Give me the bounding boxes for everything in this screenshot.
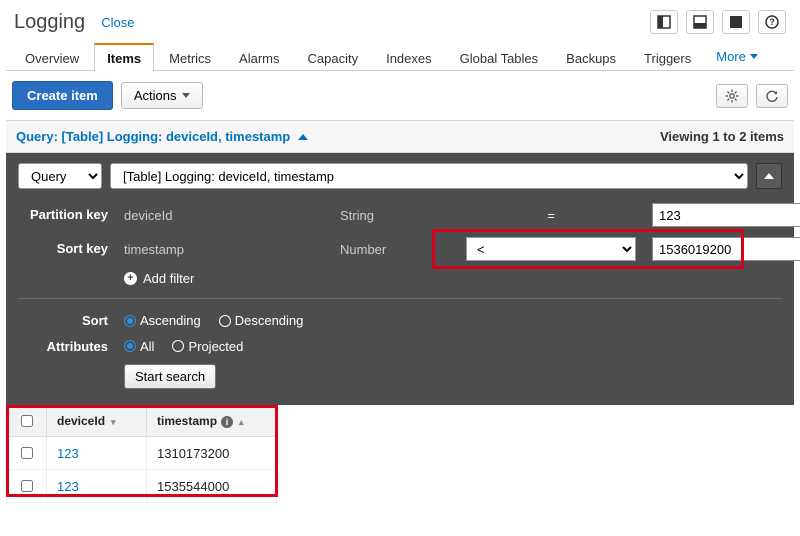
timestamp-cell: 1310173200 bbox=[147, 437, 277, 470]
partition-key-label: Partition key bbox=[18, 207, 108, 223]
tab-items[interactable]: Items bbox=[94, 43, 154, 71]
chevron-up-icon[interactable] bbox=[298, 134, 308, 140]
svg-text:?: ? bbox=[769, 17, 775, 27]
tab-bar: Overview Items Metrics Alarms Capacity I… bbox=[6, 42, 794, 71]
query-summary[interactable]: Query: [Table] Logging: deviceId, timest… bbox=[16, 129, 290, 144]
attributes-projected-radio[interactable]: Projected bbox=[172, 339, 243, 354]
deviceid-link[interactable]: 123 bbox=[57, 479, 79, 494]
actions-button[interactable]: Actions bbox=[121, 82, 204, 109]
select-all-checkbox[interactable] bbox=[21, 415, 33, 427]
sort-ascending-radio[interactable]: Ascending bbox=[124, 313, 201, 328]
help-icon[interactable]: ? bbox=[758, 10, 786, 34]
tabs-more[interactable]: More bbox=[706, 43, 768, 70]
sort-descending-radio[interactable]: Descending bbox=[219, 313, 304, 328]
tab-indexes[interactable]: Indexes bbox=[373, 44, 445, 71]
tab-alarms[interactable]: Alarms bbox=[226, 44, 292, 71]
tab-overview[interactable]: Overview bbox=[12, 44, 92, 71]
col-header-deviceid[interactable]: deviceId▾ bbox=[47, 406, 147, 437]
table-row: 123 1310173200 bbox=[7, 437, 277, 470]
refresh-button[interactable] bbox=[756, 84, 788, 108]
layout-full-icon[interactable] bbox=[722, 10, 750, 34]
col-header-timestamp[interactable]: timestampi▴ bbox=[147, 406, 277, 437]
gear-icon bbox=[725, 89, 739, 103]
row-checkbox[interactable] bbox=[21, 480, 33, 492]
timestamp-cell: 1535544000 bbox=[147, 470, 277, 503]
create-item-button[interactable]: Create item bbox=[12, 81, 113, 110]
partition-key-name: deviceId bbox=[124, 208, 324, 223]
chevron-down-icon bbox=[182, 93, 190, 98]
layout-bottom-icon[interactable] bbox=[686, 10, 714, 34]
info-icon: i bbox=[221, 416, 233, 428]
table-select[interactable]: [Table] Logging: deviceId, timestamp bbox=[110, 163, 748, 189]
sort-key-op-select[interactable]: < bbox=[466, 237, 636, 261]
mode-select[interactable]: Query bbox=[18, 163, 102, 189]
attributes-label: Attributes bbox=[18, 339, 108, 355]
tab-backups[interactable]: Backups bbox=[553, 44, 629, 71]
page-title: Logging bbox=[14, 11, 85, 34]
results-area: deviceId▾ timestampi▴ 123 1310173200 123… bbox=[6, 405, 794, 503]
close-link[interactable]: Close bbox=[101, 15, 134, 30]
chevron-down-icon bbox=[750, 54, 758, 59]
plus-circle-icon: + bbox=[124, 272, 137, 285]
sort-key-value-input[interactable] bbox=[652, 237, 800, 261]
partition-key-value-input[interactable] bbox=[652, 203, 800, 227]
deviceid-link[interactable]: 123 bbox=[57, 446, 79, 461]
partition-key-op: = bbox=[466, 208, 636, 223]
table-row: 123 1535544000 bbox=[7, 470, 277, 503]
partition-key-type: String bbox=[340, 208, 450, 223]
attributes-all-radio[interactable]: All bbox=[124, 339, 154, 354]
refresh-icon bbox=[765, 89, 779, 103]
query-panel: Query [Table] Logging: deviceId, timesta… bbox=[6, 153, 794, 405]
sort-key-type: Number bbox=[340, 242, 450, 257]
tab-global-tables[interactable]: Global Tables bbox=[447, 44, 552, 71]
sort-label: Sort bbox=[18, 313, 108, 329]
start-search-button[interactable]: Start search bbox=[124, 364, 216, 389]
tab-triggers[interactable]: Triggers bbox=[631, 44, 704, 71]
tab-metrics[interactable]: Metrics bbox=[156, 44, 224, 71]
row-checkbox[interactable] bbox=[21, 447, 33, 459]
tab-capacity[interactable]: Capacity bbox=[295, 44, 372, 71]
collapse-panel-button[interactable] bbox=[756, 163, 782, 189]
settings-button[interactable] bbox=[716, 84, 748, 108]
add-filter-button[interactable]: + Add filter bbox=[124, 271, 324, 286]
viewing-count: Viewing 1 to 2 items bbox=[660, 129, 784, 144]
chevron-up-icon bbox=[764, 173, 774, 179]
layout-split-icon[interactable] bbox=[650, 10, 678, 34]
sort-key-label: Sort key bbox=[18, 241, 108, 257]
sort-key-name: timestamp bbox=[124, 242, 324, 257]
